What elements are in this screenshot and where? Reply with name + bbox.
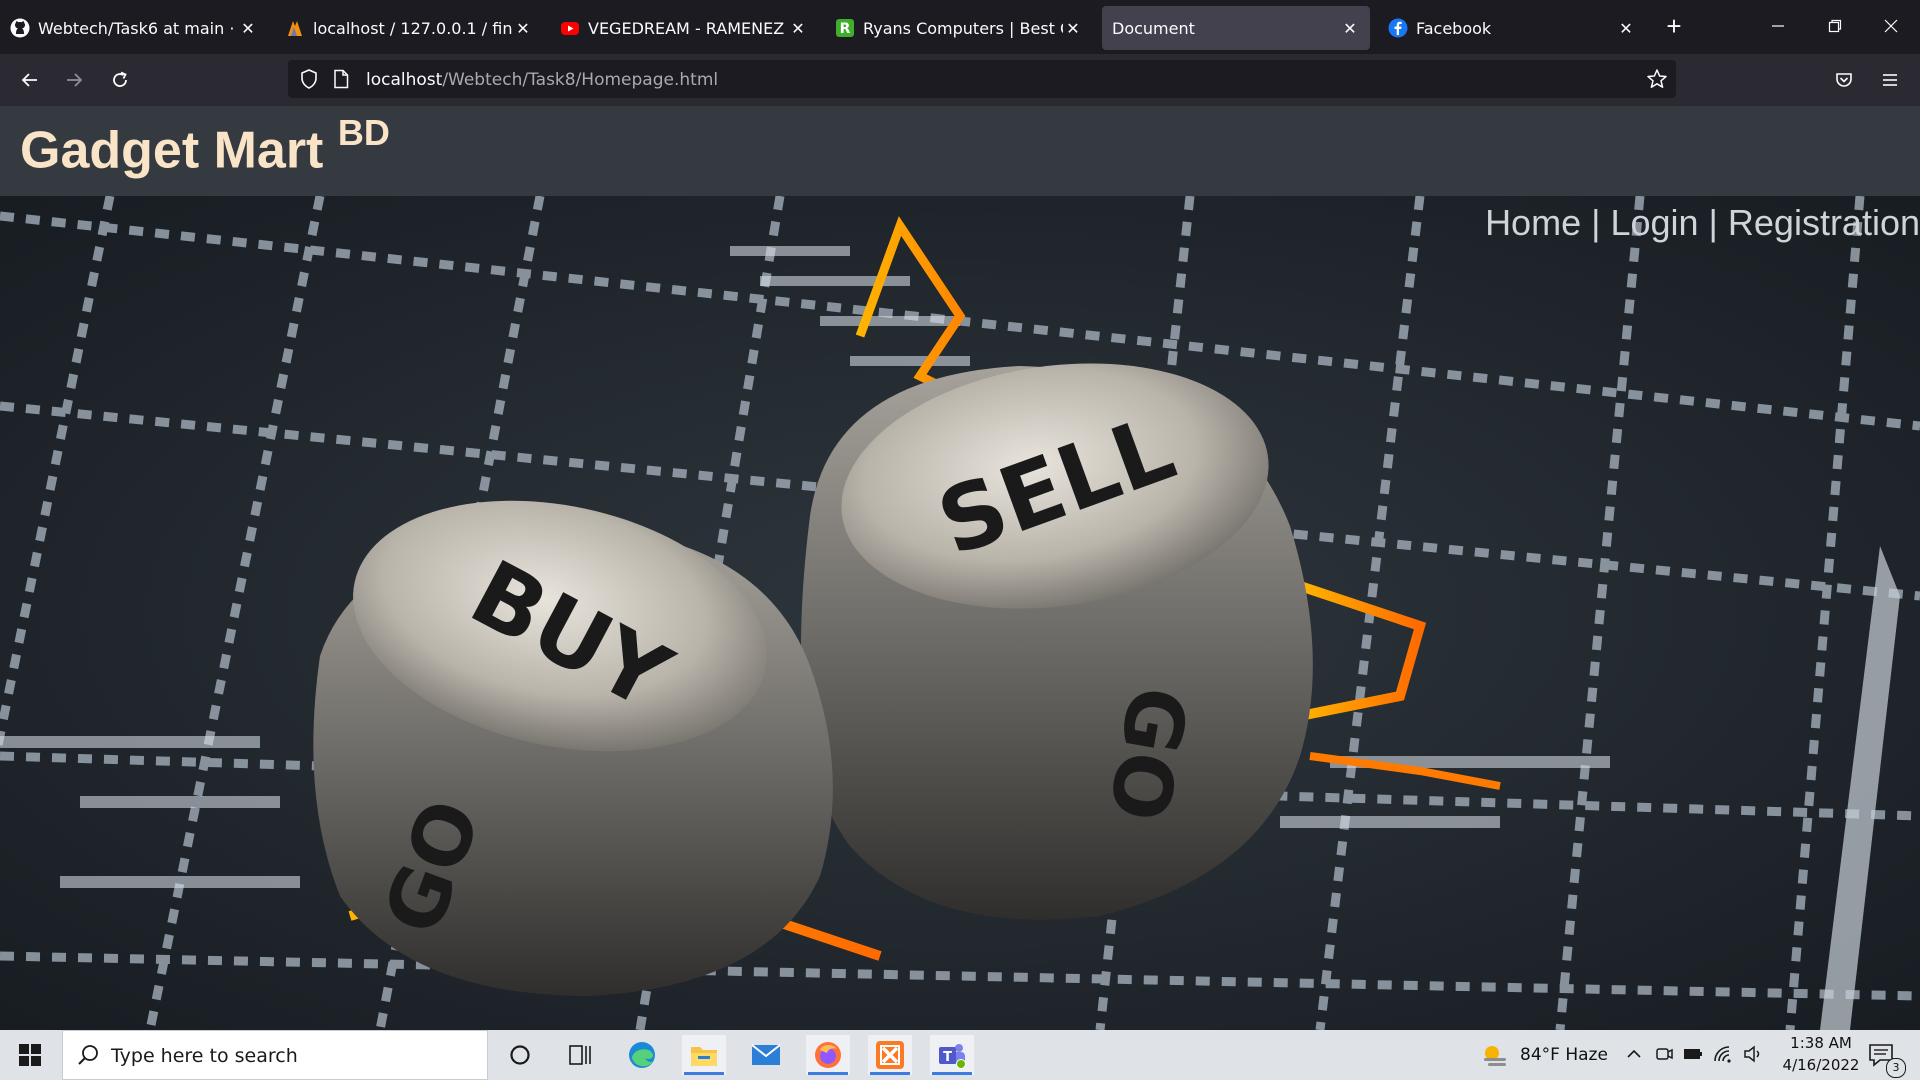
menu-icon[interactable] (1874, 64, 1906, 96)
shield-icon[interactable] (298, 68, 320, 90)
url-host: localhost (366, 70, 443, 90)
xampp-icon[interactable] (868, 1035, 912, 1075)
active-indicator (684, 1072, 724, 1075)
tab-document[interactable]: Document ✕ (1102, 6, 1370, 50)
windows-taskbar: Type here to search T 84°F Haze 1:38 AM … (0, 1030, 1920, 1080)
nav-registration-link[interactable]: Registration (1728, 202, 1920, 243)
active-indicator (932, 1072, 972, 1075)
tab-title: localhost / 127.0.0.1 / finalterm (313, 18, 513, 38)
buy-sell-dice-image: SELL GO BUY GO (0, 196, 1920, 1030)
svg-text:R: R (840, 21, 851, 37)
new-tab-button[interactable]: + (1658, 10, 1690, 42)
youtube-icon (560, 18, 580, 38)
restore-icon[interactable] (1815, 8, 1855, 44)
close-window-icon[interactable] (1871, 8, 1911, 44)
tab-title: VEGEDREAM - RAMENEZ LA C (588, 18, 788, 38)
site-title-superscript: BD (337, 112, 390, 153)
tab-phpmyadmin[interactable]: localhost / 127.0.0.1 / finalterm ✕ (275, 6, 543, 50)
site-title-text: Gadget Mart (20, 121, 324, 180)
search-placeholder: Type here to search (111, 1045, 298, 1067)
tab-github[interactable]: Webtech/Task6 at main · Tanim ✕ (0, 6, 268, 50)
site-title: Gadget Mart BD (20, 112, 390, 180)
file-explorer-icon[interactable] (682, 1035, 726, 1075)
close-icon[interactable]: ✕ (1340, 19, 1360, 38)
page-icon[interactable] (332, 69, 350, 89)
tab-ryans[interactable]: R Ryans Computers | Best Compu ✕ (825, 6, 1093, 50)
tab-title: Ryans Computers | Best Compu (863, 18, 1063, 38)
ryans-icon: R (835, 18, 855, 38)
meet-now-icon[interactable] (1654, 1044, 1674, 1069)
pocket-icon[interactable] (1828, 64, 1860, 96)
chevron-up-icon[interactable] (1624, 1044, 1644, 1069)
volume-icon[interactable] (1742, 1044, 1764, 1069)
url-path: /Webtech/Task8/Homepage.html (442, 70, 719, 90)
close-icon[interactable]: ✕ (788, 19, 808, 38)
windows-start-icon[interactable] (8, 1035, 52, 1075)
close-icon[interactable]: ✕ (238, 19, 258, 38)
address-bar[interactable]: localhost/Webtech/Task8/Homepage.html (288, 60, 1676, 98)
sell-die: SELL GO (801, 363, 1313, 920)
mail-icon[interactable] (744, 1035, 788, 1075)
svg-text:T: T (943, 1050, 952, 1065)
close-icon[interactable]: ✕ (1616, 19, 1636, 38)
teams-icon[interactable]: T (930, 1035, 974, 1075)
clock-time[interactable]: 1:38 AM (1786, 1034, 1856, 1052)
nav-separator: | (1698, 202, 1728, 243)
site-header: Gadget Mart BD (0, 106, 1920, 196)
notification-count-badge: 3 (1886, 1058, 1906, 1078)
nav-home-link[interactable]: Home (1485, 202, 1581, 243)
facebook-icon (1388, 18, 1408, 38)
bookmark-star-icon[interactable] (1646, 68, 1668, 90)
wifi-icon[interactable] (1712, 1044, 1734, 1069)
close-icon[interactable]: ✕ (513, 19, 533, 38)
firefox-icon[interactable] (806, 1035, 850, 1075)
weather-haze-icon[interactable] (1480, 1042, 1510, 1073)
forward-icon[interactable] (58, 64, 90, 96)
nav-login-link[interactable]: Login (1610, 202, 1698, 243)
tab-title: Webtech/Task6 at main · Tanim (38, 18, 238, 38)
cortana-icon[interactable] (498, 1035, 542, 1075)
task-view-icon[interactable] (558, 1035, 602, 1075)
search-icon (77, 1044, 99, 1071)
tab-title: Facebook (1416, 18, 1492, 38)
taskbar-search-box[interactable]: Type here to search (62, 1030, 488, 1080)
active-indicator (870, 1072, 910, 1075)
tab-facebook[interactable]: Facebook ✕ (1378, 6, 1646, 50)
url-text[interactable]: localhost/Webtech/Task8/Homepage.html (366, 70, 718, 90)
tab-title: Document (1112, 18, 1195, 38)
reload-icon[interactable] (104, 64, 136, 96)
web-page: Gadget Mart BD SELL GO BUY GO Home | Log… (0, 106, 1920, 1030)
battery-icon[interactable] (1682, 1044, 1704, 1069)
close-icon[interactable]: ✕ (1063, 19, 1083, 38)
active-indicator (808, 1072, 848, 1075)
weather-text[interactable]: 84°F Haze (1520, 1045, 1608, 1065)
nav-separator: | (1581, 202, 1611, 243)
phpmyadmin-icon (285, 18, 305, 38)
browser-tab-strip: Webtech/Task6 at main · Tanim ✕ localhos… (0, 0, 1920, 54)
edge-browser-icon[interactable] (620, 1035, 664, 1075)
minimize-icon[interactable] (1758, 8, 1798, 44)
tab-youtube[interactable]: VEGEDREAM - RAMENEZ LA C ✕ (550, 6, 818, 50)
github-icon (10, 18, 30, 38)
browser-toolbar: localhost/Webtech/Task8/Homepage.html (0, 54, 1920, 106)
top-navigation: Home | Login | Registration (1485, 202, 1920, 244)
clock-date[interactable]: 4/16/2022 (1776, 1056, 1866, 1074)
hero-banner: SELL GO BUY GO Home | Login | Registrati… (0, 196, 1920, 1030)
back-icon[interactable] (14, 64, 46, 96)
